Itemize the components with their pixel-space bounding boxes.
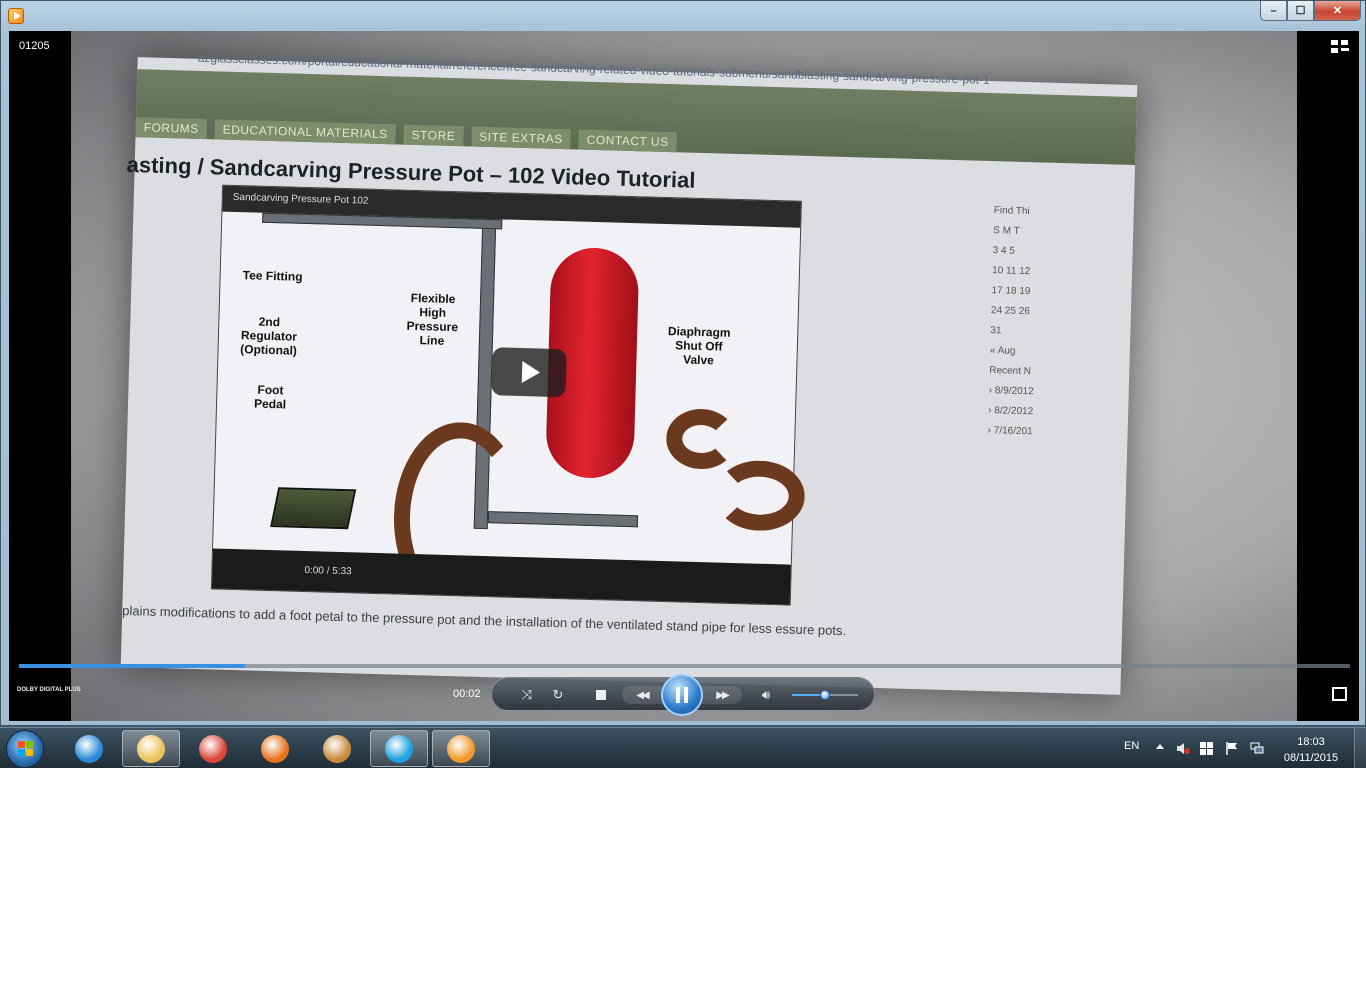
language-indicator[interactable]: EN <box>1124 740 1139 752</box>
seek-progress <box>19 664 246 668</box>
show-desktop-button[interactable] <box>1354 728 1366 768</box>
dolby-logo: DOLBY DIGITAL PLUS <box>17 687 81 693</box>
firefox-icon <box>261 734 289 763</box>
site-description: plains modifications to add a foot petal… <box>122 602 847 639</box>
repeat-icon[interactable]: ↻ <box>547 686 569 704</box>
next-button[interactable]: ▶▶ <box>702 686 742 704</box>
embedded-player-title: Sandcarving Pressure Pot 102 <box>232 191 369 207</box>
previous-button[interactable]: ◀◀ <box>622 686 662 704</box>
label-hose: Flexible High Pressure Line <box>406 290 459 348</box>
media-player-taskbar-button[interactable] <box>432 730 490 767</box>
embedded-player-controls: 0:00 / 5:33 <box>211 548 791 605</box>
title-bar[interactable]: – ☐ ✕ <box>1 1 1366 31</box>
network-icon[interactable] <box>1250 742 1264 755</box>
maximize-button[interactable]: ☐ <box>1287 1 1314 21</box>
label-foot-pedal: Foot Pedal <box>253 382 287 412</box>
stop-button[interactable] <box>592 686 610 704</box>
site-nav: FORUMS EDUCATIONAL MATERIALS STORE SITE EXT… <box>135 117 677 153</box>
taskbar: EN 18:03 08/11/2015 <box>0 727 1366 768</box>
label-tee-fitting: Tee Fitting <box>242 268 303 284</box>
close-button[interactable]: ✕ <box>1314 1 1361 21</box>
site-nav-item: EDUCATIONAL MATERIALS <box>214 119 396 145</box>
action-center-flag-icon[interactable] <box>1225 742 1239 755</box>
photographed-monitor: azglassclasses.com/portal/educational-ma… <box>120 51 1138 695</box>
video-frame: azglassclasses.com/portal/educational-ma… <box>71 31 1297 721</box>
skype-taskbar-button[interactable] <box>370 730 428 767</box>
site-nav-item: SITE EXTRAS <box>470 126 572 150</box>
embedded-player-time: 0:00 / 5:33 <box>304 565 352 578</box>
site-sidebar-line: 24 25 26 <box>990 305 1031 318</box>
site-sidebar: Find Thi S M T3 4 5 10 11 12 17 18 19 24 25 … <box>987 201 1114 444</box>
clock-date: 08/11/2015 <box>1283 752 1339 764</box>
pause-button[interactable] <box>661 674 703 716</box>
windows-icon[interactable] <box>1200 742 1214 755</box>
site-sidebar-line: › 7/16/201 <box>987 425 1033 438</box>
clock[interactable]: 18:03 08/11/2015 <box>1272 734 1350 766</box>
file-explorer-icon <box>137 734 165 763</box>
embedded-video-player: Sandcarving Pressure Pot 102 Tee Fitting… <box>210 184 806 615</box>
internet-explorer-icon <box>75 734 103 763</box>
site-nav-item: FORUMS <box>135 117 208 140</box>
video-area[interactable]: azglassclasses.com/portal/educational-ma… <box>9 31 1359 721</box>
volume-icon[interactable]: 🔊︎ <box>756 686 776 704</box>
play-overlay-icon <box>491 347 567 398</box>
caption-buttons: – ☐ ✕ <box>1260 1 1361 21</box>
internet-explorer-taskbar-button[interactable] <box>60 730 118 767</box>
hose-lower-right <box>713 459 806 532</box>
site-nav-item: CONTACT US <box>578 129 677 153</box>
file-explorer-taskbar-button[interactable] <box>122 730 180 767</box>
show-hidden-icons-icon[interactable] <box>1156 744 1164 749</box>
shuffle-icon[interactable]: ⤨ <box>516 686 538 704</box>
media-player-window: – ☐ ✕ azglassclasses.com/portal/educatio… <box>0 0 1366 726</box>
hose-upper-right <box>665 408 738 471</box>
elapsed-time: 00:02 <box>453 688 481 700</box>
media-player-icon <box>447 734 475 763</box>
skype-icon <box>385 734 413 763</box>
chrome-taskbar-button[interactable] <box>184 730 242 767</box>
seek-bar[interactable] <box>19 664 1350 668</box>
label-regulator: 2nd Regulator (Optional) <box>240 314 298 358</box>
monkey-app-taskbar-button[interactable] <box>308 730 366 767</box>
label-valve: Diaphragm Shut Off Valve <box>667 324 731 368</box>
start-button[interactable] <box>6 730 44 768</box>
fullscreen-icon[interactable] <box>1332 687 1347 701</box>
firefox-taskbar-button[interactable] <box>246 730 304 767</box>
transport-controls: ⤨ ↻ ◀◀ ▶▶ 🔊︎ <box>491 674 875 716</box>
switch-to-library-icon[interactable] <box>1331 40 1349 54</box>
chrome-icon <box>199 734 227 763</box>
monkey-app-icon <box>323 734 351 763</box>
volume-muted-icon[interactable] <box>1176 742 1190 755</box>
clip-name: 01205 <box>19 40 50 52</box>
minimize-button[interactable]: – <box>1260 1 1287 21</box>
site-nav-item: STORE <box>403 124 464 147</box>
desktop: – ☐ ✕ azglassclasses.com/portal/educatio… <box>0 0 1366 768</box>
media-player-app-icon[interactable] <box>8 8 24 24</box>
clock-time: 18:03 <box>1297 736 1325 748</box>
volume-thumb[interactable] <box>820 690 830 700</box>
foot-pedal-graphic <box>270 487 357 530</box>
volume-slider[interactable] <box>792 690 858 700</box>
site-page-title: asting / Sandcarving Pressure Pot – 102 … <box>126 151 696 193</box>
